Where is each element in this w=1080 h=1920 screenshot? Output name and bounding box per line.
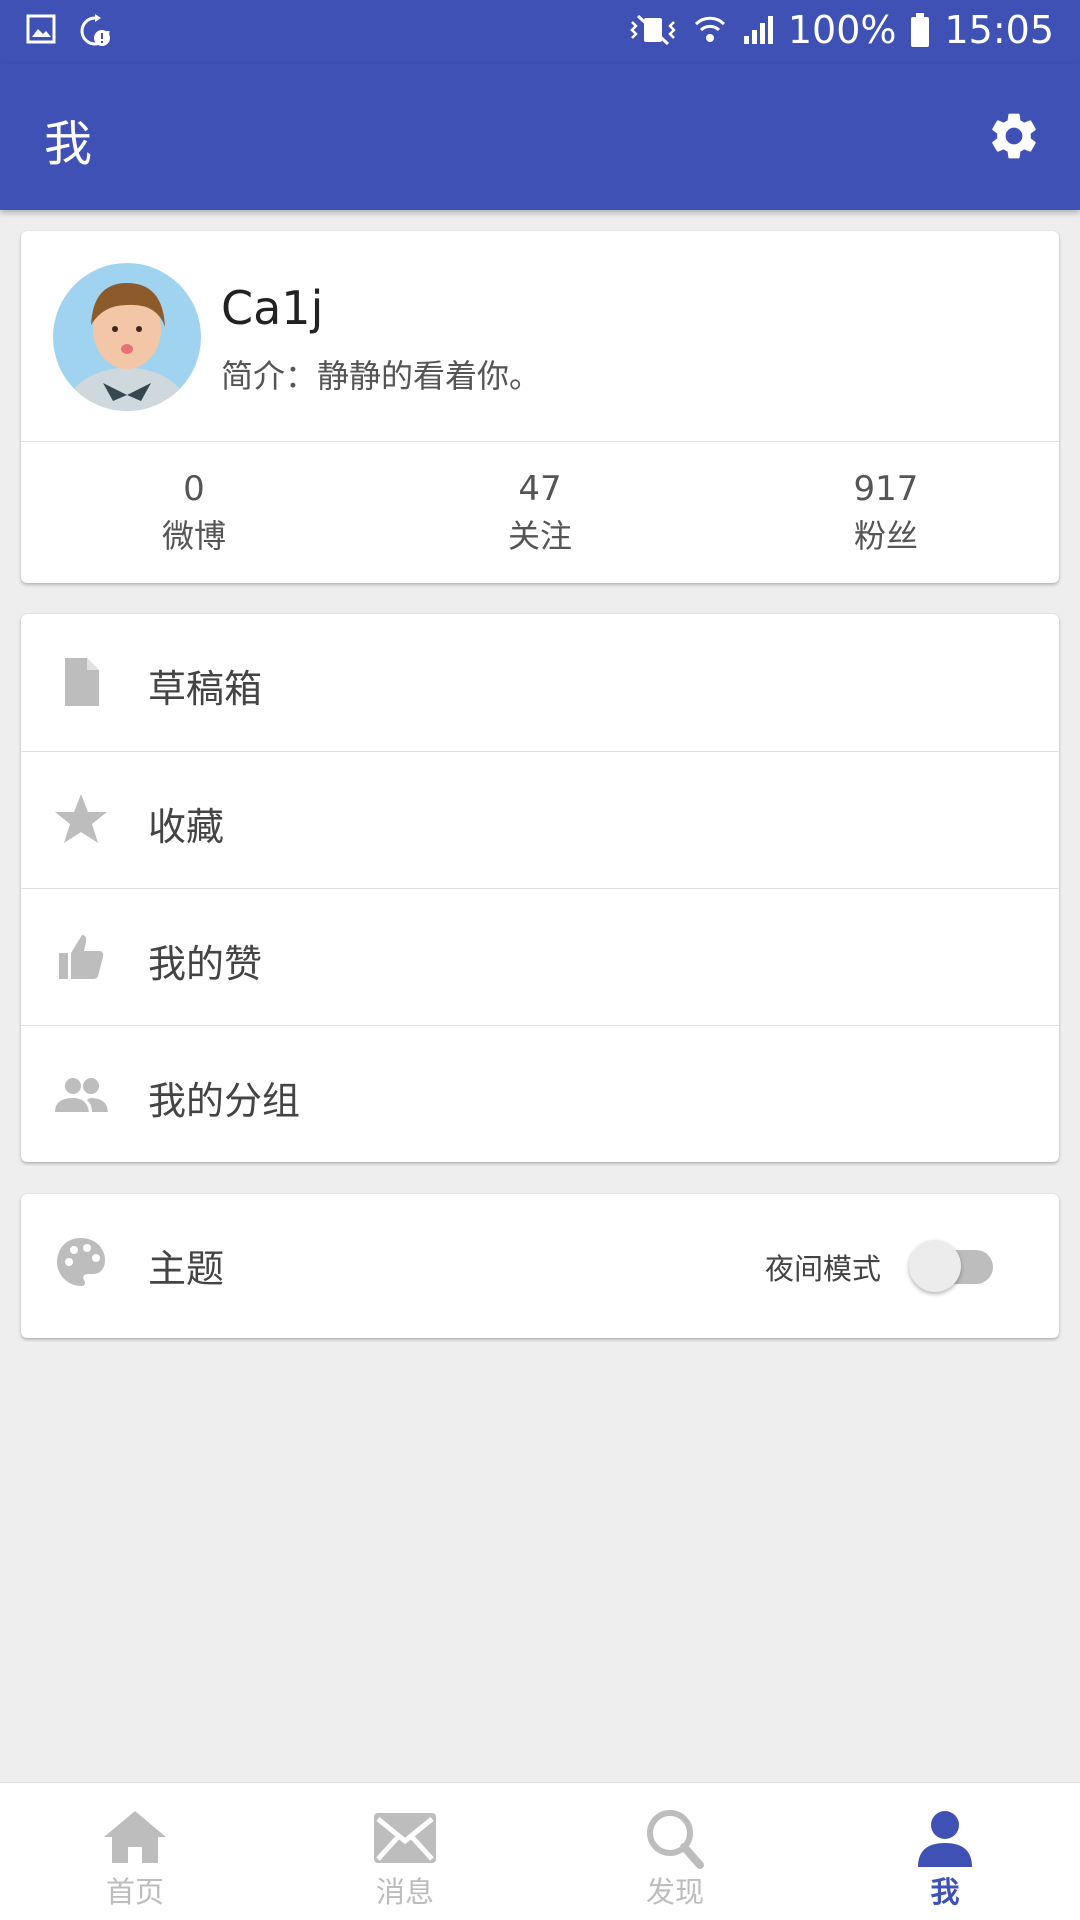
gallery-notification-icon [26,14,56,48]
menu-item-theme[interactable]: 主题 [21,1194,1059,1331]
nav-label: 首页 [105,1875,164,1909]
page-title: 我 [44,116,93,172]
sync-alert-icon [78,14,112,48]
menu-item-label: 草稿箱 [148,667,263,711]
group-icon [55,1078,108,1112]
stat-label: 微博 [161,517,226,555]
theme-card: 主题 夜间模式 [21,1194,1059,1338]
draft-icon [65,658,99,706]
menu-item-likes[interactable]: 我的赞 [21,888,1059,1025]
stat-followers[interactable]: 917 粉丝 [713,443,1059,583]
night-mode-label: 夜间模式 [764,1252,881,1286]
username: Ca1j [221,281,324,335]
home-icon [104,1811,166,1863]
profile-bio: 简介：静静的看着你。 [221,357,542,395]
battery-percent: 100% [787,8,897,52]
divider [21,441,1059,442]
profile-stats: 0 微博 47 关注 917 粉丝 [21,443,1059,583]
thumb-up-icon [59,935,104,979]
nav-item-messages[interactable]: 消息 [270,1783,540,1920]
vibrate-mute-icon [628,12,678,48]
wifi-icon [692,12,728,48]
nav-label: 消息 [375,1875,434,1909]
nav-label: 发现 [645,1875,704,1909]
stat-value: 0 [183,469,205,509]
palette-icon [57,1238,105,1286]
signal-icon [742,14,774,46]
stat-value: 917 [853,469,919,509]
star-icon [55,794,107,843]
status-bar: 100% 15:05 [0,0,1080,64]
gear-icon [992,113,1036,159]
menu-card: 草稿箱 收藏 我的赞 我的分组 [21,614,1059,1162]
stat-value: 47 [518,469,562,509]
nav-item-me[interactable]: 我 [810,1783,1080,1920]
settings-button[interactable] [986,108,1042,164]
app-bar: 我 [0,64,1080,210]
stat-following[interactable]: 47 关注 [367,443,713,583]
menu-item-drafts[interactable]: 草稿箱 [21,614,1059,751]
menu-item-favorites[interactable]: 收藏 [21,751,1059,888]
night-mode-toggle[interactable] [909,1238,999,1294]
stat-label: 关注 [507,517,572,555]
menu-item-label: 我的分组 [148,1079,301,1123]
nav-item-discover[interactable]: 发现 [540,1783,810,1920]
clock: 15:05 [944,8,1054,52]
profile-card: Ca1j 简介：静静的看着你。 0 微博 47 关注 917 粉丝 [21,231,1059,583]
toggle-thumb [909,1240,961,1292]
menu-item-label: 收藏 [148,805,225,849]
stat-label: 粉丝 [853,517,918,555]
nav-label: 我 [930,1875,960,1909]
bottom-nav: 首页 消息 发现 我 [0,1782,1080,1920]
menu-item-label: 我的赞 [148,942,263,986]
menu-item-groups[interactable]: 我的分组 [21,1025,1059,1162]
nav-item-home[interactable]: 首页 [0,1783,270,1920]
battery-icon [910,13,930,47]
stat-weibo[interactable]: 0 微博 [21,443,367,583]
person-icon [918,1811,972,1867]
mail-icon [374,1813,436,1863]
search-icon [647,1810,704,1869]
avatar[interactable] [53,263,201,411]
menu-item-label: 主题 [148,1247,225,1291]
